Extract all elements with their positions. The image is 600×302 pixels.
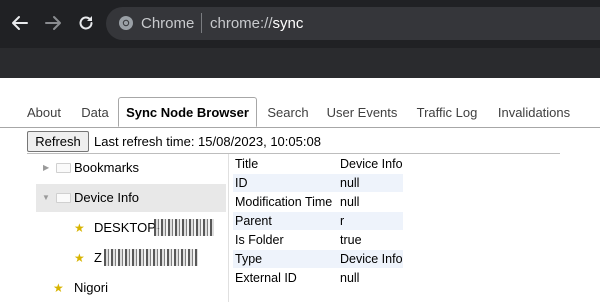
folder-icon: [56, 163, 71, 173]
browser-toolbar: Chrome chrome://sync: [0, 0, 600, 48]
detail-row: Type Device Info: [233, 250, 403, 268]
detail-row: Modification Time null: [233, 193, 403, 211]
detail-row: Parent r: [233, 212, 403, 230]
detail-key: Is Folder: [235, 233, 284, 247]
tab-user-events[interactable]: User Events: [322, 99, 402, 126]
tab-bar: About Data Sync Node Browser Search User…: [0, 97, 600, 128]
detail-row: External ID null: [233, 269, 403, 287]
tree-item-label: Device Info: [74, 190, 140, 205]
site-name: Chrome: [141, 15, 195, 32]
forward-arrow-icon: [45, 16, 61, 30]
tab-search[interactable]: Search: [264, 99, 312, 126]
folder-icon: [56, 193, 71, 203]
reload-icon: [79, 16, 93, 30]
detail-value: null: [340, 195, 360, 209]
tab-about[interactable]: About: [24, 99, 64, 126]
collapse-arrow-icon[interactable]: ▼: [42, 193, 50, 202]
star-icon: ★: [74, 221, 85, 235]
detail-row: Is Folder true: [233, 231, 403, 249]
pane-splitter[interactable]: [228, 154, 229, 302]
detail-row: ID null: [233, 174, 403, 192]
back-arrow-icon: [12, 16, 28, 30]
tree-item-label: DESKTOP-: [94, 220, 161, 235]
tree-item-label: Nigori: [74, 280, 108, 295]
detail-value: Device Info: [340, 157, 403, 171]
tab-invalidations[interactable]: Invalidations: [494, 99, 574, 126]
last-refresh-time: Last refresh time: 15/08/2023, 10:05:08: [94, 134, 321, 149]
detail-value: null: [340, 271, 360, 285]
tree-item-device-info[interactable]: ▼ Device Info: [36, 184, 226, 212]
tab-sync-node-browser[interactable]: Sync Node Browser: [118, 97, 257, 127]
detail-key: Modification Time: [235, 195, 333, 209]
expand-arrow-icon[interactable]: ▶: [43, 163, 49, 172]
chrome-logo-icon: [119, 16, 133, 30]
star-icon: ★: [53, 281, 64, 295]
detail-key: Title: [235, 157, 259, 171]
star-icon: ★: [74, 251, 85, 265]
tree-item-device-z[interactable]: ★ Z: [70, 244, 226, 272]
tree-item-device-desktop[interactable]: ★ DESKTOP-: [70, 214, 226, 242]
url-text[interactable]: chrome://sync: [210, 15, 303, 32]
redacted-name: [154, 219, 214, 236]
detail-value: Device Info: [340, 252, 403, 266]
tree-item-nigori[interactable]: ★ Nigori: [50, 274, 226, 302]
detail-key: External ID: [235, 271, 297, 285]
detail-key: Parent: [235, 214, 272, 228]
detail-value: true: [340, 233, 362, 247]
tree-item-label: Bookmarks: [74, 160, 140, 175]
refresh-button[interactable]: Refresh: [27, 131, 89, 152]
tree-item-bookmarks[interactable]: ▶ Bookmarks: [36, 154, 226, 182]
toolbar-band: [0, 48, 600, 78]
forward-button[interactable]: [42, 12, 64, 34]
url-separator: [201, 13, 202, 33]
tree-item-label: Z: [94, 250, 102, 265]
address-bar[interactable]: Chrome chrome://sync: [106, 7, 600, 40]
redacted-name: [104, 249, 198, 266]
tab-data[interactable]: Data: [76, 99, 114, 126]
detail-key: Type: [235, 252, 263, 266]
detail-value: null: [340, 176, 360, 190]
tab-traffic-log[interactable]: Traffic Log: [413, 99, 481, 126]
detail-row: Title Device Info: [233, 155, 403, 173]
back-button[interactable]: [9, 12, 31, 34]
detail-key: ID: [235, 176, 248, 190]
detail-value: r: [340, 214, 345, 228]
reload-button[interactable]: [75, 12, 97, 34]
